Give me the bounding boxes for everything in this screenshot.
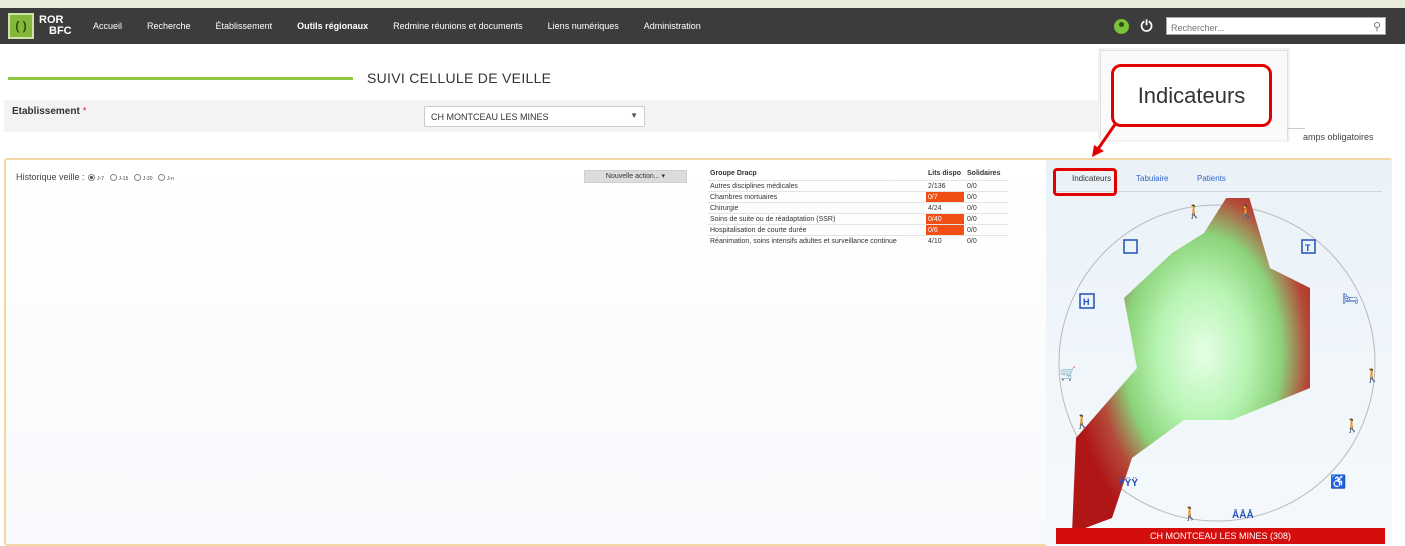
table-row[interactable]: Chambres mortuaires 0/7 0/0 [708,191,1008,202]
group-icon: ÅÅÅ [1232,508,1254,521]
required-asterisk: * [82,106,87,117]
h-letter-icon: H [1083,297,1090,307]
stroller-icon: 🛒 [1060,366,1076,381]
table-row[interactable]: Autres disciplines médicales 2/136 0/0 [708,180,1008,191]
radio-j15[interactable] [109,174,117,182]
group-icon: ŸŸŸ [1118,476,1138,489]
nouvelle-action-label: Nouvelle action... [605,173,660,180]
option-j7: J-7 [97,176,104,182]
option-j15: J-15 [118,176,129,182]
row-lits: 4/24 [928,205,942,212]
nav-item-liens-numeriques[interactable]: Liens numériques [548,21,619,31]
nav-item-recherche[interactable]: Recherche [147,21,191,31]
building-icon [1123,239,1138,254]
table-row[interactable]: Chirurgie 4/24 0/0 [708,202,1008,213]
chevron-down-icon: ▼ [630,111,638,120]
t-letter-icon: T [1305,243,1311,253]
nav-item-outils-regionaux[interactable]: Outils régionaux [297,21,368,31]
nav-item-redmine[interactable]: Redmine réunions et documents [393,21,523,31]
row-solidaires: 0/0 [967,238,977,245]
veille-panel: Historique veille : J-7 J-15 J-30 J-n No… [4,158,1392,546]
person-icon: 🚶 [1364,368,1380,383]
row-lits: 4/10 [928,238,942,245]
row-lits: 2/136 [928,183,946,190]
zoom-callout-indicateurs: Indicateurs [1111,64,1272,127]
person-icon: 🚶 [1182,506,1198,521]
ror-bfc-logo[interactable]: ( ) ROR BFC [8,12,72,40]
radio-jn[interactable] [158,174,166,182]
etablissement-footer-bar: CH MONTCEAU LES MINES (308) [1056,528,1385,544]
title-accent-line [8,77,353,80]
wheelchair-icon: ♿ [1330,474,1346,489]
row-solidaires: 0/0 [967,205,977,212]
nav-item-administration[interactable]: Administration [644,21,701,31]
callout-arrow-icon [1092,122,1118,157]
radar-area [1072,198,1310,528]
top-strip [0,0,1405,8]
search-input[interactable] [1167,20,1362,36]
option-j30: J-30 [142,176,153,182]
row-groupe: Réanimation, soins intensifs adultes et … [710,238,897,245]
row-groupe: Chambres mortuaires [710,194,778,201]
groupe-dracp-table: Groupe Dracp Lits dispo Solidaires Autre… [708,168,1008,246]
table-row[interactable]: Soins de suite ou de réadaptation (SSR) … [708,213,1008,224]
table-row[interactable]: Hospitalisation de courte durée 0/6 0/0 [708,224,1008,235]
row-groupe: Hospitalisation de courte durée [710,227,807,234]
col-lits-header: Lits dispo [928,170,962,177]
nav-menu: Accueil Recherche Établissement Outils r… [93,8,726,44]
table-row[interactable]: Réanimation, soins intensifs adultes et … [708,235,1008,246]
person-icon: 🚶 [1344,418,1360,433]
etablissement-select[interactable]: CH MONTCEAU LES MINES ▼ [424,106,645,127]
radio-j7[interactable] [88,174,96,182]
row-solidaires: 0/0 [967,183,977,190]
power-icon[interactable]: ⏻ [1138,18,1155,35]
row-lits-alert: 0/6 [926,225,964,235]
option-jn: J-n [167,176,174,182]
logo-text-bfc: BFC [49,25,72,37]
bed-icon: 🛏 [1342,291,1359,306]
tab-indicateurs-highlight [1053,168,1117,196]
search-box: ⚲ [1166,17,1386,36]
nav-item-etablissement[interactable]: Établissement [216,21,273,31]
row-groupe: Autres disciplines médicales [710,183,798,190]
row-solidaires: 0/0 [967,194,977,201]
radio-j30[interactable] [133,174,141,182]
person-icon: 🚶 [1074,414,1090,429]
zoom-callout-line [1287,128,1305,129]
logo-icon: ( ) [8,13,34,39]
row-lits-alert: 0/7 [926,192,964,202]
row-groupe: Soins de suite ou de réadaptation (SSR) [710,216,836,223]
table-header: Groupe Dracp Lits dispo Solidaires [708,168,1008,180]
search-icon[interactable]: ⚲ [1373,20,1381,33]
person-icon: 🚶 [1186,204,1202,219]
page-title: SUIVI CELLULE DE VEILLE [367,70,552,86]
historique-label: Historique veille : [16,172,85,182]
historique-veille: Historique veille : J-7 J-15 J-30 J-n [16,172,176,182]
row-solidaires: 0/0 [967,216,977,223]
indicateurs-radar-chart: 🚶 🚶 T H 🛏 🛒 🚶 🚶 🚶 ŸŸŸ ♿ 🚶 ÅÅÅ [1058,198,1380,528]
champs-obligatoires-note: amps obligatoires [1303,132,1374,142]
nouvelle-action-button[interactable]: Nouvelle action... ▾ [584,170,687,183]
user-icon[interactable] [1114,19,1129,34]
main-navbar: ( ) ROR BFC Accueil Recherche Établissem… [0,8,1405,44]
col-groupe-header: Groupe Dracp [710,170,757,177]
row-lits-alert: 0/40 [926,214,964,224]
tab-patients[interactable]: Patients [1197,174,1226,183]
etablissement-label: Etablissement [12,106,80,117]
col-solidaires-header: Solidaires [967,170,1001,177]
row-solidaires: 0/0 [967,227,977,234]
row-groupe: Chirurgie [710,205,739,212]
tab-tabulaire[interactable]: Tabulaire [1136,174,1168,183]
main-content: SUIVI CELLULE DE VEILLE Etablissement * … [0,44,1405,546]
etablissement-select-value: CH MONTCEAU LES MINES [431,112,549,122]
person-icon: 🚶 [1238,204,1254,219]
nav-item-accueil[interactable]: Accueil [93,21,122,31]
